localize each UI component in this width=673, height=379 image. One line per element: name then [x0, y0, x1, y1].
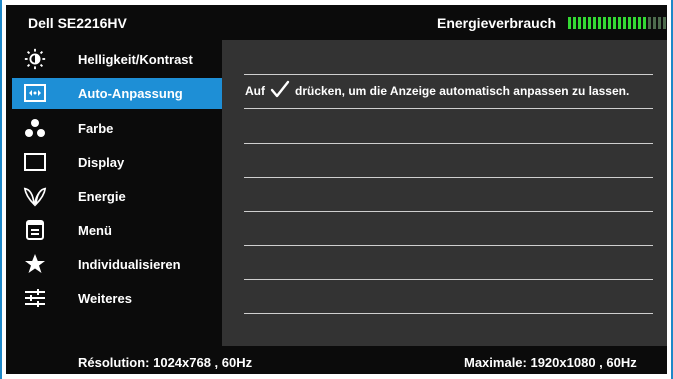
menu-item-menue[interactable]: Menü [12, 215, 222, 246]
row-divider [244, 313, 653, 314]
energy-segment [638, 17, 641, 29]
energy-segment [663, 17, 666, 29]
menu-item-display[interactable]: Display [12, 147, 222, 178]
energy-segment [613, 17, 616, 29]
energy-segment [568, 17, 571, 29]
monitor-model: Dell SE2216HV [28, 15, 127, 31]
menu-sidebar: Helligkeit/Kontrast Auto-Anpassung Farbe… [12, 40, 222, 346]
energy-segment [578, 17, 581, 29]
current-resolution: Résolution: 1024x768 , 60Hz [78, 355, 253, 370]
auto-adjust-instruction: Auf drücken, um die Anzeige automatisch … [245, 80, 629, 101]
menu-label: Auto-Anpassung [78, 86, 183, 101]
menu-item-helligkeit-kontrast[interactable]: Helligkeit/Kontrast [12, 44, 222, 75]
title-bar: Dell SE2216HV Energieverbrauch [6, 5, 667, 40]
brightness-icon [23, 48, 47, 70]
instruction-suffix: drücken, um die Anzeige automatisch anpa… [295, 83, 630, 98]
energy-segment [648, 17, 651, 29]
auto-adjust-icon [23, 82, 47, 104]
menu-icon [23, 219, 47, 241]
menu-label: Display [78, 155, 125, 170]
energy-segment [658, 17, 661, 29]
menu-label: Individualisieren [78, 257, 181, 272]
maximum-resolution: Maximale: 1920x1080 , 60Hz [464, 355, 637, 370]
energy-segment [583, 17, 586, 29]
osd-window: Dell SE2216HV Energieverbrauch Helligkei [6, 5, 667, 374]
energy-segment [628, 17, 631, 29]
energy-segment [618, 17, 621, 29]
energy-segment [588, 17, 591, 29]
energy-segment [608, 17, 611, 29]
menu-label: Farbe [78, 121, 114, 136]
content-panel: Auf drücken, um die Anzeige automatisch … [222, 40, 667, 346]
energy-segment [573, 17, 576, 29]
energy-segment [603, 17, 606, 29]
row-divider [244, 245, 653, 246]
menu-item-farbe[interactable]: Farbe [12, 113, 222, 144]
row-divider [244, 211, 653, 212]
energy-segment [643, 17, 646, 29]
energy-segment [593, 17, 596, 29]
energy-segment [653, 17, 656, 29]
menu-item-energie[interactable]: Energie [12, 181, 222, 212]
menu-label: Menü [78, 223, 112, 238]
menu-label: Energie [78, 189, 126, 204]
menu-item-weiteres[interactable]: Weiteres [12, 283, 222, 314]
energy-label: Energieverbrauch [437, 15, 557, 31]
color-icon [23, 117, 47, 139]
energy-segment [598, 17, 601, 29]
menu-item-auto-anpassung[interactable]: Auto-Anpassung [12, 78, 222, 109]
row-divider [244, 74, 653, 75]
energy-leaf-icon [23, 185, 47, 207]
row-divider [244, 143, 653, 144]
checkmark-icon [270, 80, 290, 101]
menu-label: Helligkeit/Kontrast [78, 52, 193, 67]
menu-item-individualisieren[interactable]: Individualisieren [12, 249, 222, 280]
energy-segment [623, 17, 626, 29]
energy-segment [633, 17, 636, 29]
display-icon [23, 151, 47, 173]
row-divider [244, 279, 653, 280]
sliders-icon [23, 287, 47, 309]
menu-label: Weiteres [78, 291, 132, 306]
status-bar: Résolution: 1024x768 , 60Hz Maximale: 19… [6, 346, 667, 374]
row-divider [244, 108, 653, 109]
energy-meter [568, 17, 666, 29]
left-accent-border [0, 0, 2, 379]
instruction-prefix: Auf [245, 83, 265, 98]
star-icon [23, 253, 47, 275]
row-divider [244, 177, 653, 178]
